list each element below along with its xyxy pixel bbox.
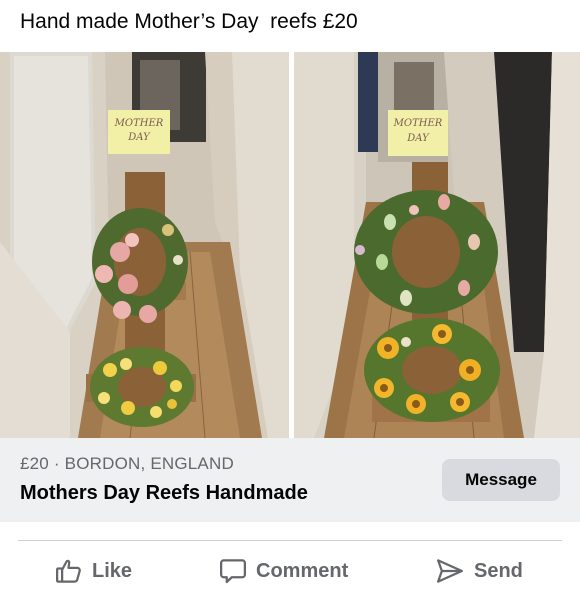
like-button[interactable]: Like xyxy=(54,548,132,594)
photo-grid: MOTHER DAY MOTHER DAY xyxy=(0,52,580,438)
sign-line-2: DAY xyxy=(127,132,151,143)
paper-plane-icon xyxy=(434,556,466,586)
photo-left[interactable]: MOTHER DAY xyxy=(0,52,289,438)
listing-title: Mothers Day Reefs Handmade xyxy=(20,482,308,504)
send-label: Send xyxy=(474,559,523,582)
send-button[interactable]: Send xyxy=(434,548,523,594)
divider xyxy=(18,540,562,541)
marketplace-listing[interactable]: £20 · BORDON, ENGLAND Mothers Day Reefs … xyxy=(0,438,580,522)
message-button[interactable]: Message xyxy=(442,459,560,501)
comment-button[interactable]: Comment xyxy=(218,548,348,594)
speech-bubble-icon xyxy=(218,556,248,586)
wreath-photo-right: MOTHER DAY xyxy=(294,52,580,438)
photo-right[interactable]: MOTHER DAY xyxy=(294,52,580,438)
like-label: Like xyxy=(92,559,133,582)
wreath-photo-left: MOTHER DAY xyxy=(0,52,289,438)
thumbs-up-icon xyxy=(54,556,84,586)
sign-line-2: DAY xyxy=(406,133,430,144)
post-text: Hand made Mother’s Day reefs £20 xyxy=(20,10,358,33)
comment-label: Comment xyxy=(256,559,349,582)
sign-line-1: MOTHER xyxy=(114,118,164,129)
sign-line-1: MOTHER xyxy=(393,118,443,129)
action-bar: Like Comment Send xyxy=(0,548,580,594)
price-location: £20 · BORDON, ENGLAND xyxy=(20,454,234,473)
